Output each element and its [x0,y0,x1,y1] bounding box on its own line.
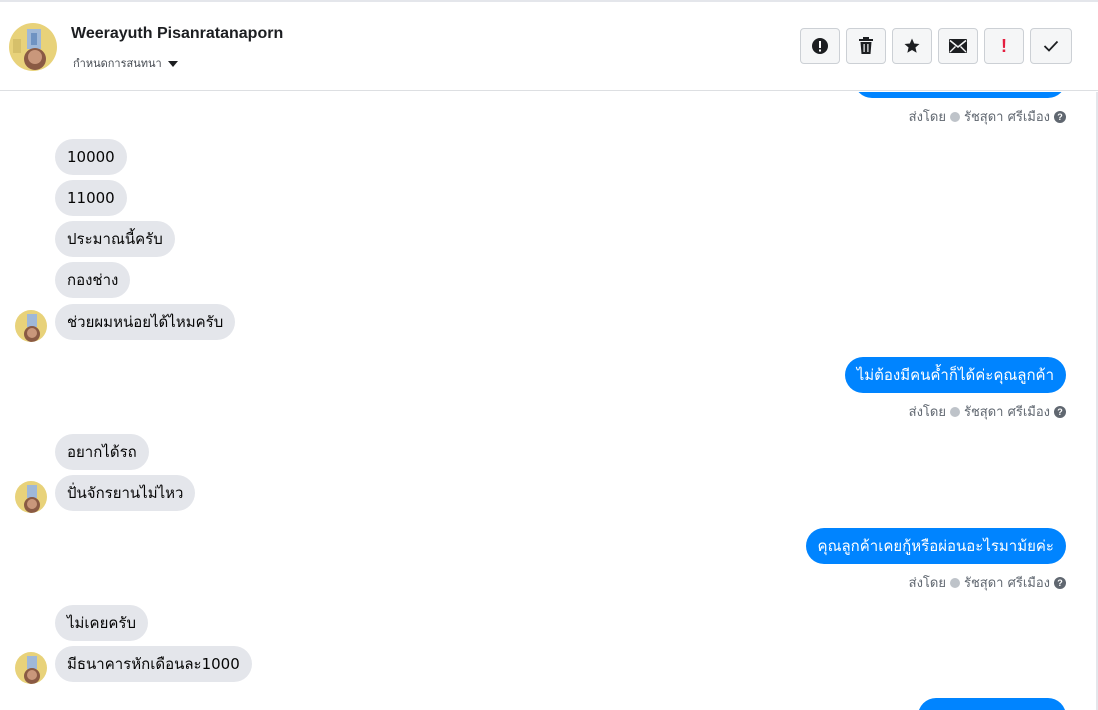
sender-avatar[interactable] [15,652,47,684]
star-button[interactable] [892,28,932,64]
help-icon[interactable]: ? [1054,110,1066,123]
incoming-message-bubble: 10000 [55,139,127,175]
star-icon [904,38,920,53]
incoming-message-bubble: ประมาณนี้ครับ [55,221,175,257]
check-circle-icon [949,577,960,588]
sent-by-info: ส่งโดย รัชสุดา ศรีเมือง ? [909,106,1066,127]
outgoing-message-bubble: คุณลูกค้าเคยกู้หรือผ่อนอะไรมาม้ยค่ะ [805,528,1066,564]
assign-label: กำหนดการสนทนา [73,57,162,70]
mark-done-button[interactable] [1030,28,1072,64]
mark-spam-button[interactable] [800,28,840,64]
agent-name[interactable]: รัชสุดา ศรีเมือง [964,572,1050,593]
sent-by-label: ส่งโดย [908,576,946,591]
incoming-message-bubble: ช่วยผมหน่อยได้ไหมครับ [55,304,236,340]
contact-avatar[interactable] [9,23,57,71]
agent-name[interactable]: รัชสุดา ศรีเมือง [964,106,1050,127]
incoming-message-bubble: ไม่เคยครับ [55,605,148,641]
sent-by-info: ส่งโดย รัชสุดา ศรีเมือง ? [909,401,1066,422]
contact-name[interactable]: Weerayuth Pisanratanaporn [71,25,283,43]
incoming-message-bubble: ปั่นจักรยานไม่ไหว [55,475,196,511]
trash-icon [859,37,873,54]
incoming-message-bubble: อยากได้รถ [55,434,149,470]
agent-name[interactable]: รัชสุดา ศรีเมือง [964,401,1050,422]
conversation-header: Weerayuth Pisanratanaporn กำหนดการสนทนา [0,2,1098,91]
incoming-message-bubble: กองช่าง [55,262,131,298]
sent-by-label: ส่งโดย [908,405,946,420]
sent-by-info: ส่งโดย รัชสุดา ศรีเมือง ? [909,572,1066,593]
delete-button[interactable] [846,28,886,64]
check-circle-icon [949,111,960,122]
mark-unread-button[interactable] [938,28,978,64]
help-icon[interactable]: ? [1054,405,1066,418]
incoming-message-bubble: 11000 [55,180,127,216]
outgoing-message-bubble [854,92,1066,98]
alert-circle-icon [812,38,828,54]
incoming-message-bubble: มีธนาคารหักเดือนละ1000 [55,646,252,682]
action-toolbar: ! [800,28,1072,64]
envelope-icon [949,39,967,53]
sender-avatar[interactable] [15,481,47,513]
outgoing-message-bubble: ไม่ต้องมีคนค้ำก็ได้ค่ะคุณลูกค้า [844,357,1066,393]
message-thread[interactable]: ส่งโดย รัชสุดา ศรีเมือง ? 10000 11000 ปร… [0,92,1098,710]
caret-down-icon [167,60,178,67]
outgoing-message-bubble [918,698,1066,710]
flag-button[interactable]: ! [984,28,1024,64]
sent-by-label: ส่งโดย [908,110,946,125]
assign-conversation-dropdown[interactable]: กำหนดการสนทนา [73,54,178,72]
checkmark-icon [1043,40,1059,52]
exclamation-red-icon: ! [1001,36,1007,56]
check-circle-icon [949,406,960,417]
sender-avatar[interactable] [15,310,47,342]
help-icon[interactable]: ? [1054,576,1066,589]
